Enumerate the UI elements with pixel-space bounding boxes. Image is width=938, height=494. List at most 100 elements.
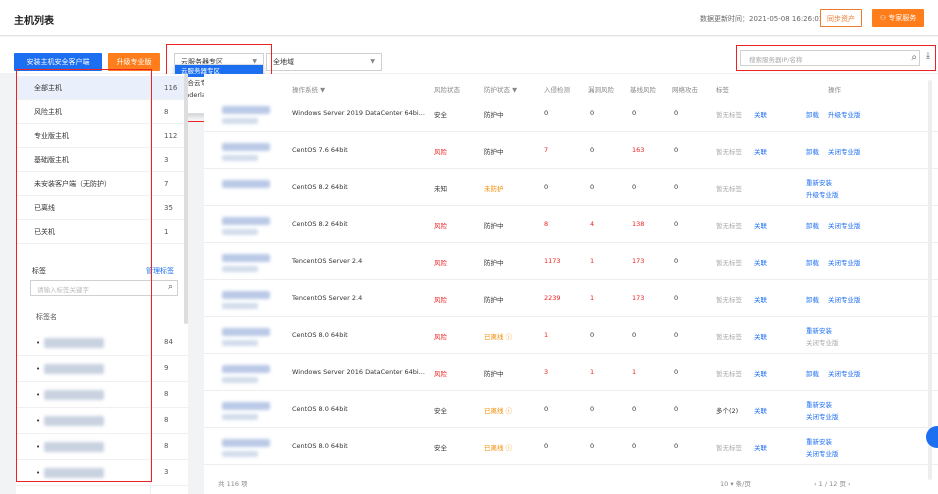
disable-pro-link[interactable]: 关闭专业版 xyxy=(828,220,861,230)
column-header-intrusion: 入侵检测 xyxy=(544,86,570,94)
uninstall-link[interactable]: 卸载 xyxy=(806,368,819,378)
column-header-protect[interactable]: 防护状态 ▼ xyxy=(484,84,517,94)
sidebar-scrollbar[interactable] xyxy=(184,74,188,324)
associate-tag-link[interactable]: 关联 xyxy=(754,257,767,267)
tag-value[interactable]: 多个(2) xyxy=(716,405,738,415)
uninstall-link[interactable]: 卸载 xyxy=(806,257,819,267)
vuln-count[interactable]: 0 xyxy=(590,183,594,191)
uninstall-link[interactable]: 卸载 xyxy=(806,294,819,304)
tag-value: 暂无标签 xyxy=(716,111,742,119)
column-header-os[interactable]: 操作系统 ▼ xyxy=(292,84,325,94)
tag-count: 8 xyxy=(164,390,169,398)
os-cell: Windows Server 2019 DataCenter 64bi... xyxy=(292,109,425,117)
upgrade-pro-link[interactable]: 升级专业版 xyxy=(806,189,839,199)
intrusion-count[interactable]: 2239 xyxy=(544,294,561,302)
protect-status: 已离线 ⓘ xyxy=(484,407,513,415)
reinstall-link[interactable]: 重新安装 xyxy=(806,177,832,187)
host-name-redacted xyxy=(222,328,270,336)
sync-assets-button[interactable]: 同步资产 xyxy=(820,9,862,27)
search-icon[interactable]: ⌕ xyxy=(168,282,173,292)
disable-pro-link[interactable]: 关闭专业版 xyxy=(828,257,861,267)
upgrade-pro-link[interactable]: 升级专业版 xyxy=(828,109,861,119)
baseline-count[interactable]: 138 xyxy=(632,220,644,228)
baseline-count[interactable]: 163 xyxy=(632,146,644,154)
page-title: 主机列表 xyxy=(14,16,54,27)
risk-status: 风险 xyxy=(434,259,447,267)
intrusion-count[interactable]: 0 xyxy=(544,442,548,450)
baseline-count[interactable]: 0 xyxy=(632,442,636,450)
baseline-count[interactable]: 0 xyxy=(632,109,636,117)
page-navigator[interactable]: ‹ 1 / 12 页 › xyxy=(814,478,851,488)
expert-service-button[interactable]: ⚇ 专家服务 xyxy=(872,9,924,27)
host-ip-redacted xyxy=(222,377,258,383)
baseline-count[interactable]: 0 xyxy=(632,331,636,339)
intrusion-count[interactable]: 0 xyxy=(544,183,548,191)
vuln-count[interactable]: 1 xyxy=(590,294,594,302)
tag-count: 3 xyxy=(164,468,169,476)
baseline-count[interactable]: 173 xyxy=(632,257,644,265)
protect-status: 防护中 xyxy=(484,296,504,304)
associate-tag-link[interactable]: 关联 xyxy=(754,405,767,415)
attack-count[interactable]: 0 xyxy=(674,294,678,302)
uninstall-link[interactable]: 卸载 xyxy=(806,109,819,119)
protect-status: 未防护 xyxy=(484,185,504,193)
vuln-count[interactable]: 0 xyxy=(590,146,594,154)
protect-status: 防护中 xyxy=(484,259,504,267)
region-select[interactable]: 全地域 ▼ xyxy=(266,53,382,71)
attack-count[interactable]: 0 xyxy=(674,331,678,339)
intrusion-count[interactable]: 1173 xyxy=(544,257,561,265)
reinstall-link[interactable]: 重新安装 xyxy=(806,436,832,446)
page-size-select[interactable]: 10 ▾ 条/页 xyxy=(720,478,751,488)
baseline-count[interactable]: 0 xyxy=(632,405,636,413)
vuln-count[interactable]: 1 xyxy=(590,368,594,376)
disable-pro-link[interactable]: 关闭专业版 xyxy=(828,146,861,156)
intrusion-count[interactable]: 0 xyxy=(544,405,548,413)
intrusion-count[interactable]: 3 xyxy=(544,368,548,376)
vuln-count[interactable]: 1 xyxy=(590,257,594,265)
uninstall-link[interactable]: 卸载 xyxy=(806,146,819,156)
baseline-count[interactable]: 1 xyxy=(632,368,636,376)
intrusion-count[interactable]: 0 xyxy=(544,109,548,117)
associate-tag-link[interactable]: 关联 xyxy=(754,331,767,341)
attack-count[interactable]: 0 xyxy=(674,405,678,413)
vuln-count[interactable]: 0 xyxy=(590,109,594,117)
column-header-risk: 风险状态 xyxy=(434,86,460,94)
associate-tag-link[interactable]: 关联 xyxy=(754,442,767,452)
vuln-count[interactable]: 0 xyxy=(590,331,594,339)
attack-count[interactable]: 0 xyxy=(674,257,678,265)
associate-tag-link[interactable]: 关联 xyxy=(754,368,767,378)
table-scrollbar[interactable] xyxy=(928,80,932,480)
uninstall-link[interactable]: 卸载 xyxy=(806,220,819,230)
attack-count[interactable]: 0 xyxy=(674,368,678,376)
vuln-count[interactable]: 0 xyxy=(590,442,594,450)
tag-count: 8 xyxy=(164,416,169,424)
attack-count[interactable]: 0 xyxy=(674,183,678,191)
associate-tag-link[interactable]: 关联 xyxy=(754,109,767,119)
vuln-count[interactable]: 4 xyxy=(590,220,594,228)
protect-status: 防护中 xyxy=(484,111,504,119)
attack-count[interactable]: 0 xyxy=(674,442,678,450)
vuln-count[interactable]: 0 xyxy=(590,405,594,413)
intrusion-count[interactable]: 7 xyxy=(544,146,548,154)
column-header-vuln: 漏洞风险 xyxy=(588,86,614,94)
os-cell: TencentOS Server 2.4 xyxy=(292,257,363,265)
associate-tag-link[interactable]: 关联 xyxy=(754,220,767,230)
intrusion-count[interactable]: 1 xyxy=(544,331,548,339)
intrusion-count[interactable]: 8 xyxy=(544,220,548,228)
reinstall-link[interactable]: 重新安装 xyxy=(806,399,832,409)
disable-pro-link[interactable]: 关闭专业版 xyxy=(806,411,839,421)
baseline-count[interactable]: 0 xyxy=(632,183,636,191)
disable-pro-link[interactable]: 关闭专业版 xyxy=(828,368,861,378)
os-cell: CentOS 8.0 64bit xyxy=(292,331,348,339)
attack-count[interactable]: 0 xyxy=(674,146,678,154)
disable-pro-link[interactable]: 关闭专业版 xyxy=(806,448,839,458)
attack-count[interactable]: 0 xyxy=(674,109,678,117)
disable-pro-link[interactable]: 关闭专业版 xyxy=(828,294,861,304)
associate-tag-link[interactable]: 关联 xyxy=(754,146,767,156)
attack-count[interactable]: 0 xyxy=(674,220,678,228)
associate-tag-link[interactable]: 关联 xyxy=(754,294,767,304)
column-header-baseline: 基线风险 xyxy=(630,86,656,94)
reinstall-link[interactable]: 重新安装 xyxy=(806,325,832,335)
sidebar-item-count: 1 xyxy=(164,228,169,236)
baseline-count[interactable]: 173 xyxy=(632,294,644,302)
